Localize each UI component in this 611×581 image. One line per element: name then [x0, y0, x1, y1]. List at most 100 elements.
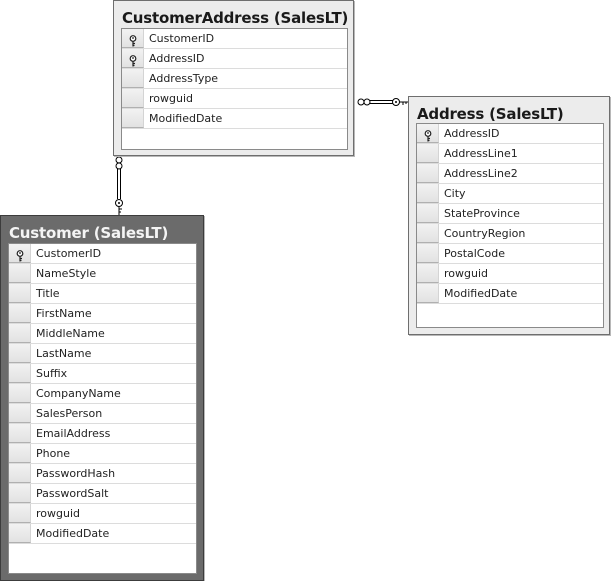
column-name: AddressLine1 [444, 147, 518, 160]
column-grid: CustomerID AddressID AddressType rowguid Mod… [121, 28, 348, 150]
row-selector[interactable] [122, 69, 144, 88]
column-row[interactable]: SalesPerson [9, 404, 196, 424]
column-name: MiddleName [36, 327, 105, 340]
column-name: CountryRegion [444, 227, 526, 240]
row-selector[interactable] [122, 109, 144, 128]
column-name: StateProvince [444, 207, 520, 220]
row-selector[interactable] [9, 344, 31, 363]
column-row[interactable]: EmailAddress [9, 424, 196, 444]
row-selector[interactable] [417, 144, 439, 163]
table-customeraddress[interactable]: CustomerAddress (SalesLT) CustomerID Addr… [113, 0, 354, 156]
column-name: EmailAddress [36, 427, 111, 440]
column-name: ModifiedDate [149, 112, 223, 125]
row-selector[interactable] [9, 244, 31, 263]
column-row[interactable]: Suffix [9, 364, 196, 384]
column-name: PostalCode [444, 247, 505, 260]
row-selector[interactable] [9, 464, 31, 483]
column-row[interactable]: CountryRegion [417, 224, 603, 244]
row-selector[interactable] [9, 524, 31, 543]
row-selector[interactable] [9, 304, 31, 323]
column-row[interactable]: FirstName [9, 304, 196, 324]
row-selector[interactable] [9, 404, 31, 423]
column-row[interactable]: StateProvince [417, 204, 603, 224]
primary-key-icon [129, 52, 137, 67]
primary-key-icon [129, 32, 137, 47]
column-name: Phone [36, 447, 71, 460]
column-name: ModifiedDate [36, 527, 110, 540]
column-name: CompanyName [36, 387, 121, 400]
column-row[interactable]: CompanyName [9, 384, 196, 404]
column-name: ModifiedDate [444, 287, 518, 300]
row-selector[interactable] [9, 424, 31, 443]
column-row[interactable]: AddressLine1 [417, 144, 603, 164]
table-title: CustomerAddress (SalesLT) [122, 9, 349, 27]
column-name: LastName [36, 347, 92, 360]
column-name: NameStyle [36, 267, 97, 280]
column-name: AddressLine2 [444, 167, 518, 180]
column-name: Title [36, 287, 60, 300]
column-row[interactable]: rowguid [122, 89, 347, 109]
column-name: rowguid [149, 92, 193, 105]
column-row[interactable]: rowguid [417, 264, 603, 284]
column-grid: CustomerID NameStyle Title FirstName MiddleN… [8, 243, 197, 574]
row-selector[interactable] [417, 124, 439, 143]
relationship-customeraddress-address[interactable] [357, 98, 408, 106]
row-selector[interactable] [9, 484, 31, 503]
column-row[interactable]: PasswordSalt [9, 484, 196, 504]
row-selector[interactable] [122, 29, 144, 48]
column-row[interactable]: NameStyle [9, 264, 196, 284]
column-row[interactable]: AddressID [122, 49, 347, 69]
column-name: Suffix [36, 367, 68, 380]
row-selector[interactable] [122, 49, 144, 68]
column-row[interactable]: rowguid [9, 504, 196, 524]
column-name: AddressType [149, 72, 219, 85]
row-selector[interactable] [9, 284, 31, 303]
column-name: AddressID [444, 127, 500, 140]
column-name: SalesPerson [36, 407, 103, 420]
column-name: CustomerID [149, 32, 215, 45]
row-selector[interactable] [9, 384, 31, 403]
column-row[interactable]: ModifiedDate [417, 284, 603, 304]
column-row[interactable]: City [417, 184, 603, 204]
column-row[interactable]: PostalCode [417, 244, 603, 264]
row-selector[interactable] [417, 244, 439, 263]
row-selector[interactable] [417, 184, 439, 203]
row-selector[interactable] [417, 164, 439, 183]
column-name: FirstName [36, 307, 92, 320]
row-selector[interactable] [417, 204, 439, 223]
row-selector[interactable] [9, 364, 31, 383]
column-row[interactable]: AddressType [122, 69, 347, 89]
column-name: rowguid [444, 267, 488, 280]
column-row[interactable]: ModifiedDate [9, 524, 196, 544]
column-row[interactable]: LastName [9, 344, 196, 364]
column-row[interactable]: ModifiedDate [122, 109, 347, 129]
row-selector[interactable] [9, 324, 31, 343]
column-name: CustomerID [36, 247, 102, 260]
column-row[interactable]: AddressLine2 [417, 164, 603, 184]
table-customer[interactable]: Customer (SalesLT) CustomerID NameStyle Ti… [0, 215, 204, 581]
table-title: Customer (SalesLT) [9, 224, 169, 242]
row-selector[interactable] [9, 504, 31, 523]
primary-key-icon [424, 127, 432, 142]
row-selector[interactable] [417, 224, 439, 243]
row-selector[interactable] [122, 89, 144, 108]
row-selector[interactable] [9, 444, 31, 463]
column-row[interactable]: MiddleName [9, 324, 196, 344]
column-grid: AddressID AddressLine1 AddressLine2 City Sta… [416, 123, 604, 328]
column-row[interactable]: AddressID [417, 124, 603, 144]
table-address[interactable]: Address (SalesLT) AddressID AddressLine1 A… [408, 96, 610, 335]
column-row[interactable]: CustomerID [9, 244, 196, 264]
column-name: City [444, 187, 466, 200]
column-name: PasswordSalt [36, 487, 109, 500]
column-row[interactable]: CustomerID [122, 29, 347, 49]
column-row[interactable]: PasswordHash [9, 464, 196, 484]
relationship-customeraddress-customer[interactable] [115, 156, 123, 215]
column-row[interactable]: Phone [9, 444, 196, 464]
column-name: AddressID [149, 52, 205, 65]
column-name: PasswordHash [36, 467, 116, 480]
row-selector[interactable] [9, 264, 31, 283]
row-selector[interactable] [417, 284, 439, 303]
column-row[interactable]: Title [9, 284, 196, 304]
table-title: Address (SalesLT) [417, 105, 564, 123]
row-selector[interactable] [417, 264, 439, 283]
